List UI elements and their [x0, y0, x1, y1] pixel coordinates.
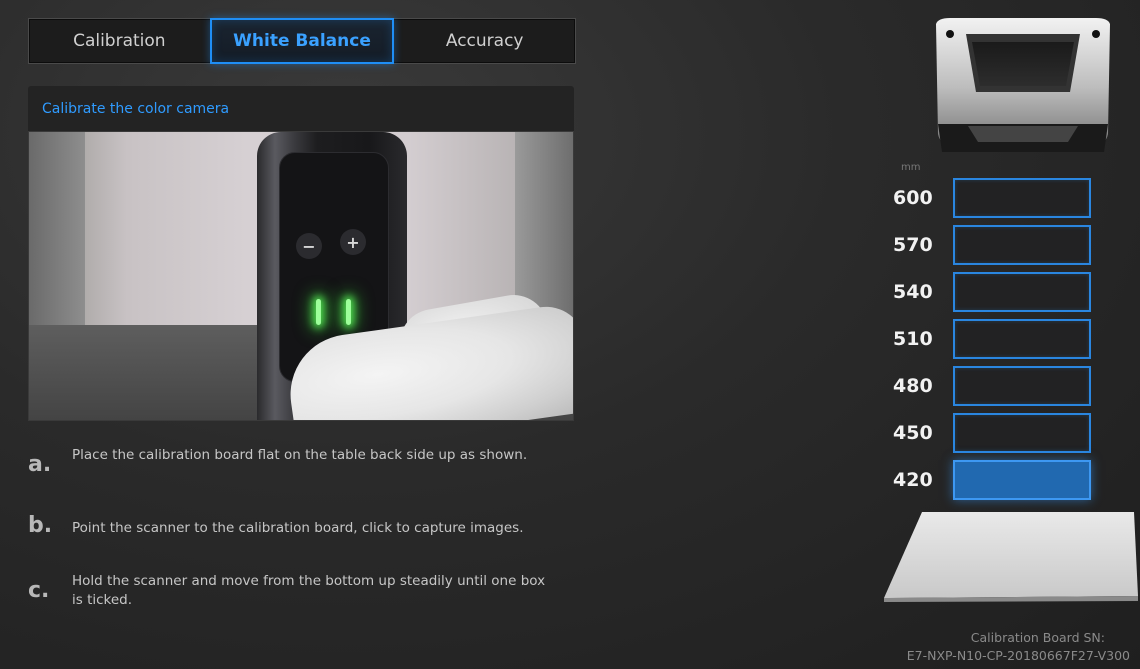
distance-value: 450: [893, 422, 933, 444]
step-a-letter: a.: [28, 452, 52, 477]
board-sn-label: Calibration Board SN:: [970, 630, 1105, 645]
distance-level-570: 570: [893, 224, 1099, 266]
distance-level-420: 420: [893, 459, 1099, 501]
distance-value: 540: [893, 281, 933, 303]
distance-value: 570: [893, 234, 933, 256]
unit-label: mm: [901, 162, 921, 173]
step-b-letter: b.: [28, 513, 53, 538]
step-c: c. Hold the scanner and move from the bo…: [28, 570, 588, 610]
distance-box: [953, 366, 1091, 406]
distance-value: 510: [893, 328, 933, 350]
step-a-text: Place the calibration board flat on the …: [72, 447, 528, 463]
distance-box: [953, 225, 1091, 265]
distance-level-480: 480: [893, 365, 1099, 407]
scanner-light-right: [346, 299, 351, 325]
distance-box: [953, 178, 1091, 218]
distance-box: [953, 319, 1091, 359]
distance-value: 600: [893, 187, 933, 209]
panel-title-text: Calibrate the color camera: [42, 100, 230, 117]
scanner-minus-icon: −: [296, 233, 322, 259]
calibration-board-icon: [884, 512, 1138, 602]
distance-level-450: 450: [893, 412, 1099, 454]
instruction-video: − +: [28, 131, 574, 421]
scanner-plus-icon: +: [340, 229, 366, 255]
tab-calibration[interactable]: Calibration: [29, 19, 210, 63]
tab-bar: Calibration White Balance Accuracy: [28, 18, 576, 64]
distance-level-600: 600: [893, 177, 1099, 219]
distance-value: 480: [893, 375, 933, 397]
tab-white-balance[interactable]: White Balance: [209, 18, 395, 64]
distance-level-510: 510: [893, 318, 1099, 360]
board-serial-number: Calibration Board SN: E7-NXP-N10-CP-2018…: [850, 629, 1130, 665]
step-c-letter: c.: [28, 578, 50, 603]
step-a: a. Place the calibration board flat on t…: [28, 444, 588, 477]
step-b: b. Point the scanner to the calibration …: [28, 513, 588, 538]
distance-box: [953, 413, 1091, 453]
step-b-text: Point the scanner to the calibration boa…: [72, 520, 524, 536]
scanner-light-left: [316, 299, 321, 325]
board-sn-value: E7-NXP-N10-CP-20180667F27-V300: [906, 648, 1130, 663]
distance-level-540: 540: [893, 271, 1099, 313]
scanner-device-icon: [936, 18, 1110, 152]
distance-box-active: [953, 460, 1091, 500]
distance-box: [953, 272, 1091, 312]
distance-value: 420: [893, 469, 933, 491]
tab-accuracy[interactable]: Accuracy: [394, 19, 575, 63]
panel-title: Calibrate the color camera: [28, 86, 574, 131]
step-c-text: Hold the scanner and move from the botto…: [72, 573, 546, 608]
